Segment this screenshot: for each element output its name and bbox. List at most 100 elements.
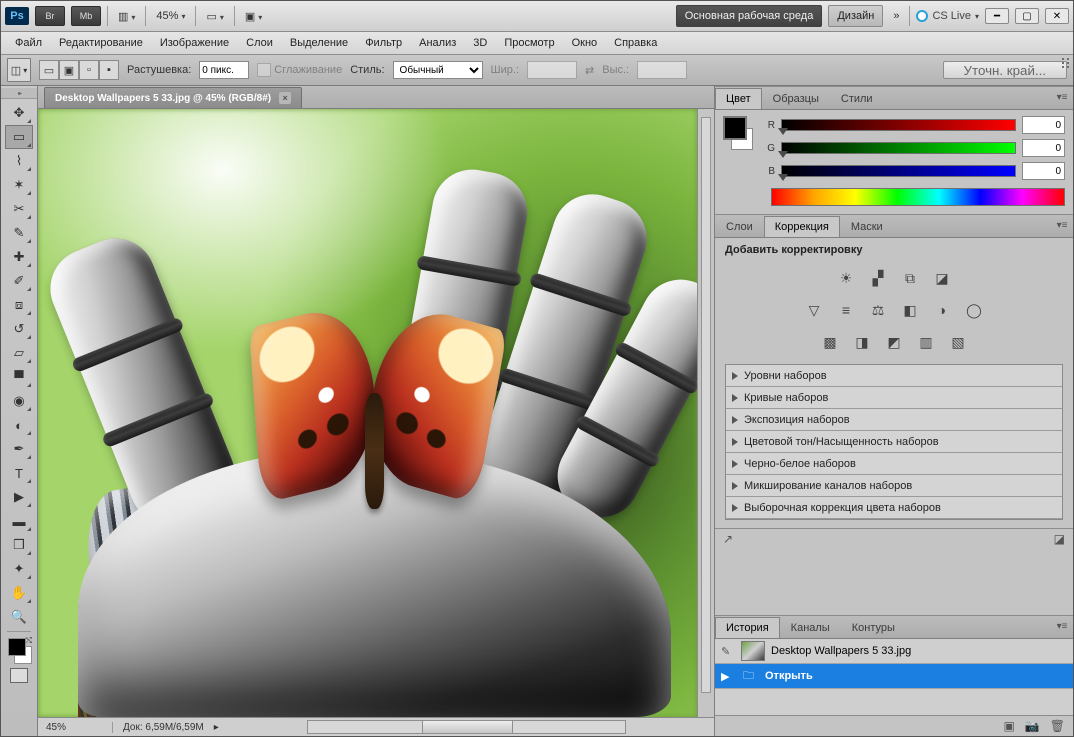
color-panel-fgbg[interactable]: [723, 116, 753, 150]
add-selection-button[interactable]: ▣: [59, 60, 79, 80]
subtract-selection-button[interactable]: ▫: [79, 60, 99, 80]
hand-tool[interactable]: ✋: [5, 581, 33, 605]
crop-tool[interactable]: ✂: [5, 197, 33, 221]
menu-file[interactable]: Файл: [7, 35, 50, 51]
minibridge-button[interactable]: Mb: [71, 6, 101, 26]
tab-styles[interactable]: Стили: [830, 88, 884, 109]
new-selection-button[interactable]: ▭: [39, 60, 59, 80]
new-doc-from-state-icon[interactable]: ▣: [1003, 719, 1014, 733]
preset-item[interactable]: Экспозиция наборов: [726, 409, 1062, 431]
exposure-icon[interactable]: ◪: [931, 268, 953, 288]
move-tool[interactable]: ✥: [5, 101, 33, 125]
zoom-level[interactable]: 45%: [152, 10, 189, 22]
b-input[interactable]: [1022, 162, 1065, 180]
gradient-map-icon[interactable]: ▥: [915, 332, 937, 352]
invert-icon[interactable]: ▩: [819, 332, 841, 352]
history-state[interactable]: ▶ 🗀 Открыть: [715, 664, 1073, 689]
color-balance-icon[interactable]: ⚖: [867, 300, 889, 320]
tab-adjustments[interactable]: Коррекция: [764, 216, 840, 237]
marquee-tool[interactable]: ▭: [5, 125, 33, 149]
photo-filter-icon[interactable]: ◑: [931, 300, 953, 320]
menu-filter[interactable]: Фильтр: [357, 35, 410, 51]
eyedropper-tool[interactable]: ✎: [5, 221, 33, 245]
workspace-main-button[interactable]: Основная рабочая среда: [676, 5, 823, 27]
dodge-tool[interactable]: ◐: [5, 413, 33, 437]
preset-item[interactable]: Кривые наборов: [726, 387, 1062, 409]
selective-color-icon[interactable]: ▧: [947, 332, 969, 352]
horizontal-scrollbar[interactable]: [219, 720, 714, 734]
brightness-icon[interactable]: ☀: [835, 268, 857, 288]
r-input[interactable]: [1022, 116, 1065, 134]
view-extras-menu[interactable]: ▭: [202, 10, 227, 23]
hue-sat-icon[interactable]: ≡: [835, 300, 857, 320]
bridge-button[interactable]: Br: [35, 6, 65, 26]
preset-item[interactable]: Черно-белое наборов: [726, 453, 1062, 475]
options-bar-grip[interactable]: [1033, 58, 1069, 82]
shape-tool[interactable]: ▬: [5, 509, 33, 533]
preset-item[interactable]: Микширование каналов наборов: [726, 475, 1062, 497]
zoom-tool[interactable]: 🔍: [5, 605, 33, 629]
vertical-scrollbar[interactable]: [697, 109, 714, 717]
b-slider[interactable]: [781, 165, 1016, 177]
cslive-button[interactable]: CS Live▾: [916, 10, 979, 22]
document-tab[interactable]: Desktop Wallpapers 5 33.jpg @ 45% (RGB/8…: [44, 87, 302, 108]
menu-image[interactable]: Изображение: [152, 35, 237, 51]
gradient-tool[interactable]: ▀: [5, 365, 33, 389]
close-button[interactable]: ✕: [1045, 8, 1069, 24]
3d-tool[interactable]: ❒: [5, 533, 33, 557]
menu-window[interactable]: Окно: [564, 35, 606, 51]
path-select-tool[interactable]: ▶: [5, 485, 33, 509]
3d-camera-tool[interactable]: ✦: [5, 557, 33, 581]
menu-help[interactable]: Справка: [606, 35, 665, 51]
history-snapshot[interactable]: ✎ Desktop Wallpapers 5 33.jpg: [715, 639, 1073, 664]
blur-tool[interactable]: ◉: [5, 389, 33, 413]
tab-paths[interactable]: Контуры: [841, 617, 906, 638]
workspace-design-button[interactable]: Дизайн: [828, 5, 883, 27]
status-zoom[interactable]: 45%: [38, 722, 113, 733]
screen-mode-menu[interactable]: ▣: [241, 10, 266, 23]
maximize-button[interactable]: ▢: [1015, 8, 1039, 24]
minimize-button[interactable]: ━: [985, 8, 1009, 24]
foreground-background-colors[interactable]: ⤭: [6, 636, 32, 664]
swap-colors-icon[interactable]: ⤭: [26, 636, 32, 646]
panel-menu-icon[interactable]: ▾≡: [1054, 90, 1070, 104]
preset-item[interactable]: Выборочная коррекция цвета наборов: [726, 497, 1062, 519]
menu-layer[interactable]: Слои: [238, 35, 281, 51]
expand-view-icon[interactable]: ↗: [723, 532, 733, 546]
preset-item[interactable]: Цветовой тон/Насыщенность наборов: [726, 431, 1062, 453]
curves-icon[interactable]: ⧉: [899, 268, 921, 288]
lasso-tool[interactable]: ⌇: [5, 149, 33, 173]
color-spectrum[interactable]: [771, 188, 1065, 206]
feather-input[interactable]: [199, 61, 249, 79]
preset-item[interactable]: Уровни наборов: [726, 365, 1062, 387]
panel-menu-icon[interactable]: ▾≡: [1054, 619, 1070, 633]
quick-select-tool[interactable]: ✶: [5, 173, 33, 197]
tab-layers[interactable]: Слои: [715, 216, 764, 237]
levels-icon[interactable]: ▞: [867, 268, 889, 288]
eraser-tool[interactable]: ▱: [5, 341, 33, 365]
new-snapshot-icon[interactable]: 📷: [1025, 719, 1040, 733]
brush-tool[interactable]: ✐: [5, 269, 33, 293]
pen-tool[interactable]: ✒: [5, 437, 33, 461]
posterize-icon[interactable]: ◨: [851, 332, 873, 352]
foreground-color-swatch[interactable]: [723, 116, 747, 140]
threshold-icon[interactable]: ◩: [883, 332, 905, 352]
menu-analysis[interactable]: Анализ: [411, 35, 464, 51]
panel-menu-icon[interactable]: ▾≡: [1054, 218, 1070, 232]
menu-view[interactable]: Просмотр: [496, 35, 562, 51]
g-input[interactable]: [1022, 139, 1065, 157]
doc-arrange-menu[interactable]: ▥: [114, 10, 139, 23]
quick-mask-toggle[interactable]: [6, 664, 32, 686]
menu-select[interactable]: Выделение: [282, 35, 356, 51]
tab-masks[interactable]: Маски: [840, 216, 894, 237]
g-slider[interactable]: [781, 142, 1016, 154]
history-brush-source-icon[interactable]: ✎: [721, 645, 735, 658]
stamp-tool[interactable]: ⧈: [5, 293, 33, 317]
clip-layer-icon[interactable]: ◪: [1054, 532, 1065, 546]
history-brush-tool[interactable]: ↺: [5, 317, 33, 341]
bw-icon[interactable]: ◧: [899, 300, 921, 320]
heal-tool[interactable]: ✚: [5, 245, 33, 269]
tab-history[interactable]: История: [715, 617, 780, 638]
tab-channels[interactable]: Каналы: [780, 617, 841, 638]
vibrance-icon[interactable]: ▽: [803, 300, 825, 320]
